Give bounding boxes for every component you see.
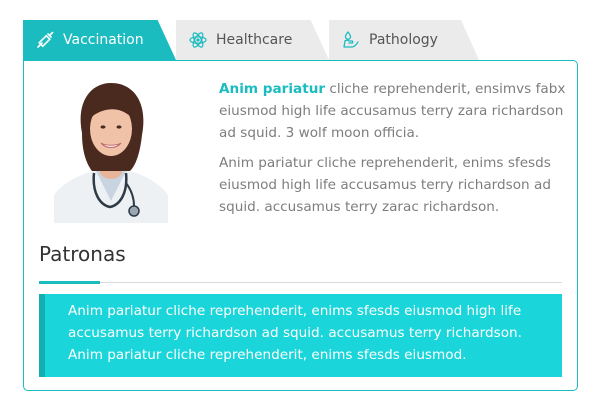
intro-text: Anim pariatur cliche reprehenderit, ensi…	[219, 78, 569, 226]
intro-paragraph-1: Anim pariatur cliche reprehenderit, ensi…	[219, 78, 569, 144]
tab-content: Healthcare	[176, 30, 292, 50]
title-divider	[39, 282, 562, 283]
tab-pathology[interactable]: Pathology	[329, 20, 479, 60]
highlight-quote: Anim pariatur cliche reprehenderit, enim…	[39, 294, 562, 377]
tab-vaccination[interactable]: Vaccination	[23, 20, 176, 60]
tab-panel: Anim pariatur cliche reprehenderit, ensi…	[23, 60, 578, 391]
atom-icon	[188, 30, 208, 50]
intro-lead: Anim pariatur	[219, 81, 326, 97]
tab-healthcare[interactable]: Healthcare	[176, 20, 329, 60]
tab-content: Pathology	[329, 30, 438, 50]
tab-label: Vaccination	[63, 32, 144, 48]
tab-content: Vaccination	[23, 30, 144, 50]
tab-bar: Vaccination Healthcare Pathology	[23, 20, 483, 60]
tab-label: Healthcare	[216, 32, 293, 48]
section-title: Patronas	[39, 242, 126, 266]
drop-hand-icon	[341, 30, 361, 50]
tab-label: Pathology	[369, 32, 438, 48]
title-accent-bar	[39, 281, 100, 284]
intro-paragraph-2: Anim pariatur cliche reprehenderit, enim…	[219, 155, 551, 215]
syringe-icon	[35, 30, 55, 50]
doctor-photo	[54, 73, 168, 223]
